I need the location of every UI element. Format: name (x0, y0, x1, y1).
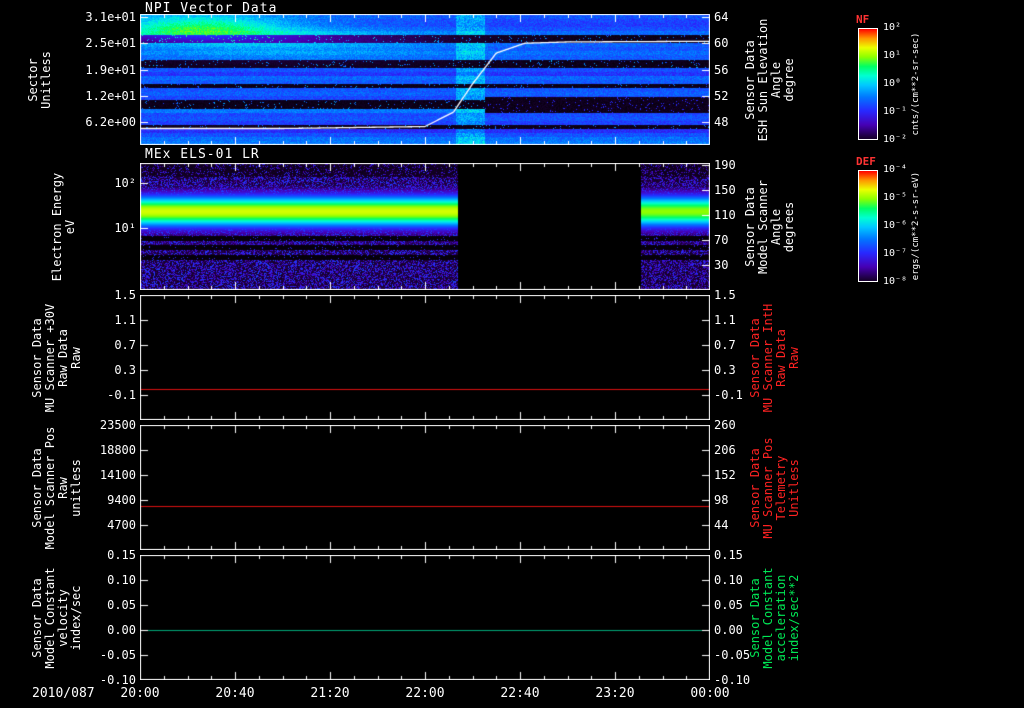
colorbar-def (858, 170, 878, 282)
x-tick-label: 22:00 (405, 686, 445, 701)
right-y-tick-label: 206 (714, 443, 736, 457)
colorbar-tick-label: 10⁰ (883, 78, 902, 89)
x-tick-label: 00:00 (690, 686, 730, 701)
right-y-tick-label: 0.05 (714, 598, 743, 612)
right-axis-label: Sensor Data MU Scanner IntH Raw Data Raw (748, 303, 801, 412)
x-tick-label: 22:40 (500, 686, 540, 701)
plot-area-mex-els-01-lr (140, 163, 710, 290)
left-axis-label: Electron Energy eV (50, 172, 77, 281)
tplot-figure: NPI Vector Data MEx ELS-01 LR 2010/087 3… (0, 0, 1024, 708)
plot-area-panel-4 (140, 555, 710, 680)
right-y-tick-label: 56 (714, 62, 729, 77)
y-tick-label: -0.10 (99, 673, 136, 687)
right-y-tick-label: 44 (714, 518, 729, 532)
right-y-tick-label: 260 (714, 418, 736, 432)
colorbar-name-nf: NF (856, 13, 870, 26)
colorbar-tick-label: 10⁻⁸ (883, 276, 908, 287)
y-tick-label: 0.15 (107, 548, 136, 562)
right-axis-label: Sensor Data Model Scanner Angle degrees (743, 179, 796, 274)
y-tick-label: 3.1e+01 (85, 10, 136, 24)
right-y-tick-label: 0.3 (714, 363, 736, 377)
right-axis-label: Sensor Data MU Scanner Pos Telemetry Uni… (748, 436, 801, 539)
right-y-tick-label: 1.5 (714, 288, 736, 302)
right-y-tick-label: 152 (714, 468, 736, 482)
right-y-tick-label: 48 (714, 114, 729, 129)
panel-title-els: MEx ELS-01 LR (145, 147, 260, 162)
y-tick-label: 1.2e+01 (85, 89, 136, 103)
y-tick-label: 1.9e+01 (85, 62, 136, 77)
right-y-tick-label: 0.7 (714, 338, 736, 352)
right-y-tick-label: 0.00 (714, 623, 743, 637)
right-y-tick-label: -0.1 (714, 388, 743, 402)
left-axis-label: Sensor Data Model Scanner Pos Raw unitle… (30, 426, 83, 549)
right-y-tick-label: 30 (714, 257, 729, 272)
right-y-tick-label: 110 (714, 207, 736, 222)
colorbar-tick-label: 10² (883, 22, 902, 33)
colorbar-tick-label: 10⁻⁴ (883, 164, 908, 175)
x-tick-label: 23:20 (595, 686, 635, 701)
colorbar-tick-label: 10⁻⁷ (883, 248, 908, 259)
x-tick-label: 20:00 (120, 686, 160, 701)
colorbar-tick-label: 10⁻⁵ (883, 192, 908, 203)
right-y-tick-label: 150 (714, 183, 736, 198)
right-y-tick-label: 52 (714, 89, 729, 103)
x-axis-date: 2010/087 (32, 686, 95, 701)
plot-area-npi-vector-data (140, 14, 710, 145)
right-y-tick-label: -0.05 (714, 648, 751, 662)
colorbar-units-label: ergs/(cm**2-s-sr-eV) (911, 171, 921, 281)
right-y-tick-label: 98 (714, 493, 729, 507)
y-tick-label: 6.2e+00 (85, 114, 136, 129)
right-y-tick-label: 70 (714, 232, 729, 247)
x-tick-label: 20:40 (215, 686, 255, 701)
plot-area-panel-2 (140, 295, 710, 420)
left-axis-label: Sensor Data Model Constant velocity inde… (30, 566, 83, 669)
right-y-tick-label: 60 (714, 36, 729, 51)
colorbar-tick-label: 10⁻¹ (883, 106, 908, 117)
y-tick-label: 2.5e+01 (85, 36, 136, 51)
colorbar-tick-label: 10⁻² (883, 134, 908, 145)
colorbar-tick-label: 10¹ (883, 50, 902, 61)
right-y-tick-label: 0.15 (714, 548, 743, 562)
left-axis-label: Sector Unitless (26, 50, 53, 109)
colorbar-units-label: cnts/(cm**2-sr-sec) (911, 32, 921, 136)
right-y-tick-label: 1.1 (714, 313, 736, 327)
left-axis-label: Sensor Data MU Scanner +30V Raw Data Raw (30, 303, 83, 412)
right-y-tick-label: 190 (714, 158, 736, 173)
y-tick-label: 1.5 (114, 288, 136, 302)
x-tick-label: 21:20 (310, 686, 350, 701)
right-y-tick-label: 0.10 (714, 573, 743, 587)
colorbar-name-def: DEF (856, 155, 876, 168)
plot-area-panel-3 (140, 425, 710, 550)
right-y-tick-label: 64 (714, 10, 729, 24)
colorbar-tick-label: 10⁻⁶ (883, 220, 908, 231)
right-y-tick-label: -0.10 (714, 673, 751, 687)
colorbar-nf (858, 28, 878, 140)
right-axis-label: Sensor Data Model Constant acceleration … (748, 566, 801, 669)
right-axis-label: Sensor Data ESH Sun Elevation Angle degr… (743, 18, 796, 141)
